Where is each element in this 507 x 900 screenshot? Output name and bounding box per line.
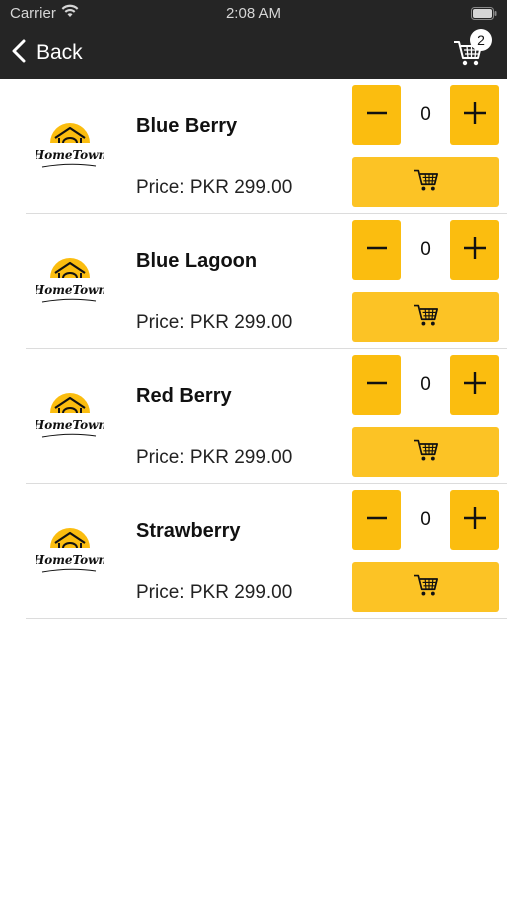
plus-icon [463,101,487,130]
quantity-value: 0 [420,509,431,530]
product-price: Price: PKR 299.00 [136,582,293,603]
add-to-cart-icon [413,573,439,602]
logo-text: HomeTown [36,418,104,432]
hometown-logo-icon: HomeTown [32,387,107,447]
add-to-cart-button[interactable] [352,562,499,612]
navigation-bar: Back 2 [0,28,507,79]
decrease-quantity-button[interactable] [352,355,401,415]
product-price: Price: PKR 299.00 [136,177,293,198]
decrease-quantity-button[interactable] [352,490,401,550]
hometown-logo-icon: HomeTown [32,522,107,582]
add-to-cart-icon [413,303,439,332]
add-to-cart-icon [413,438,439,467]
product-row: HomeTown Blue Lagoon Price: PKR 299.00 0 [26,214,507,349]
logo-text: HomeTown [36,283,104,297]
product-price: Price: PKR 299.00 [136,312,293,333]
add-to-cart-icon [413,168,439,197]
hometown-logo-icon: HomeTown [32,252,107,312]
logo-text: HomeTown [36,553,104,567]
add-to-cart-button[interactable] [352,157,499,207]
clock: 2:08 AM [225,5,282,22]
add-to-cart-button[interactable] [352,292,499,342]
product-name: Blue Berry [136,115,238,137]
increase-quantity-button[interactable] [450,85,499,145]
quantity-value: 0 [420,239,431,260]
add-to-cart-button[interactable] [352,427,499,477]
plus-icon [463,236,487,265]
product-list: HomeTown Blue Berry Price: PKR 299.00 0 [0,79,507,619]
back-label: Back [36,41,83,64]
chevron-left-icon [12,39,26,68]
minus-icon [366,102,388,129]
product-name: Red Berry [136,385,232,407]
increase-quantity-button[interactable] [450,355,499,415]
product-row: HomeTown Blue Berry Price: PKR 299.00 0 [26,79,507,214]
decrease-quantity-button[interactable] [352,85,401,145]
cart-count-badge: 2 [470,29,492,51]
product-name: Blue Lagoon [136,250,258,272]
status-bar: Carrier 2:08 AM [0,0,507,28]
product-row: HomeTown Red Berry Price: PKR 299.00 0 [26,349,507,484]
logo-text: HomeTown [36,148,104,162]
quantity-value: 0 [420,374,431,395]
cart-button[interactable]: 2 [453,29,493,73]
increase-quantity-button[interactable] [450,220,499,280]
minus-icon [366,507,388,534]
back-button[interactable]: Back [12,36,83,70]
plus-icon [463,506,487,535]
product-name: Strawberry [136,520,241,542]
decrease-quantity-button[interactable] [352,220,401,280]
hometown-logo-icon: HomeTown [32,117,107,177]
product-row: HomeTown Strawberry Price: PKR 299.00 0 [26,484,507,619]
battery-icon [471,7,497,24]
plus-icon [463,371,487,400]
minus-icon [366,372,388,399]
minus-icon [366,237,388,264]
product-price: Price: PKR 299.00 [136,447,293,468]
increase-quantity-button[interactable] [450,490,499,550]
quantity-value: 0 [420,104,431,125]
